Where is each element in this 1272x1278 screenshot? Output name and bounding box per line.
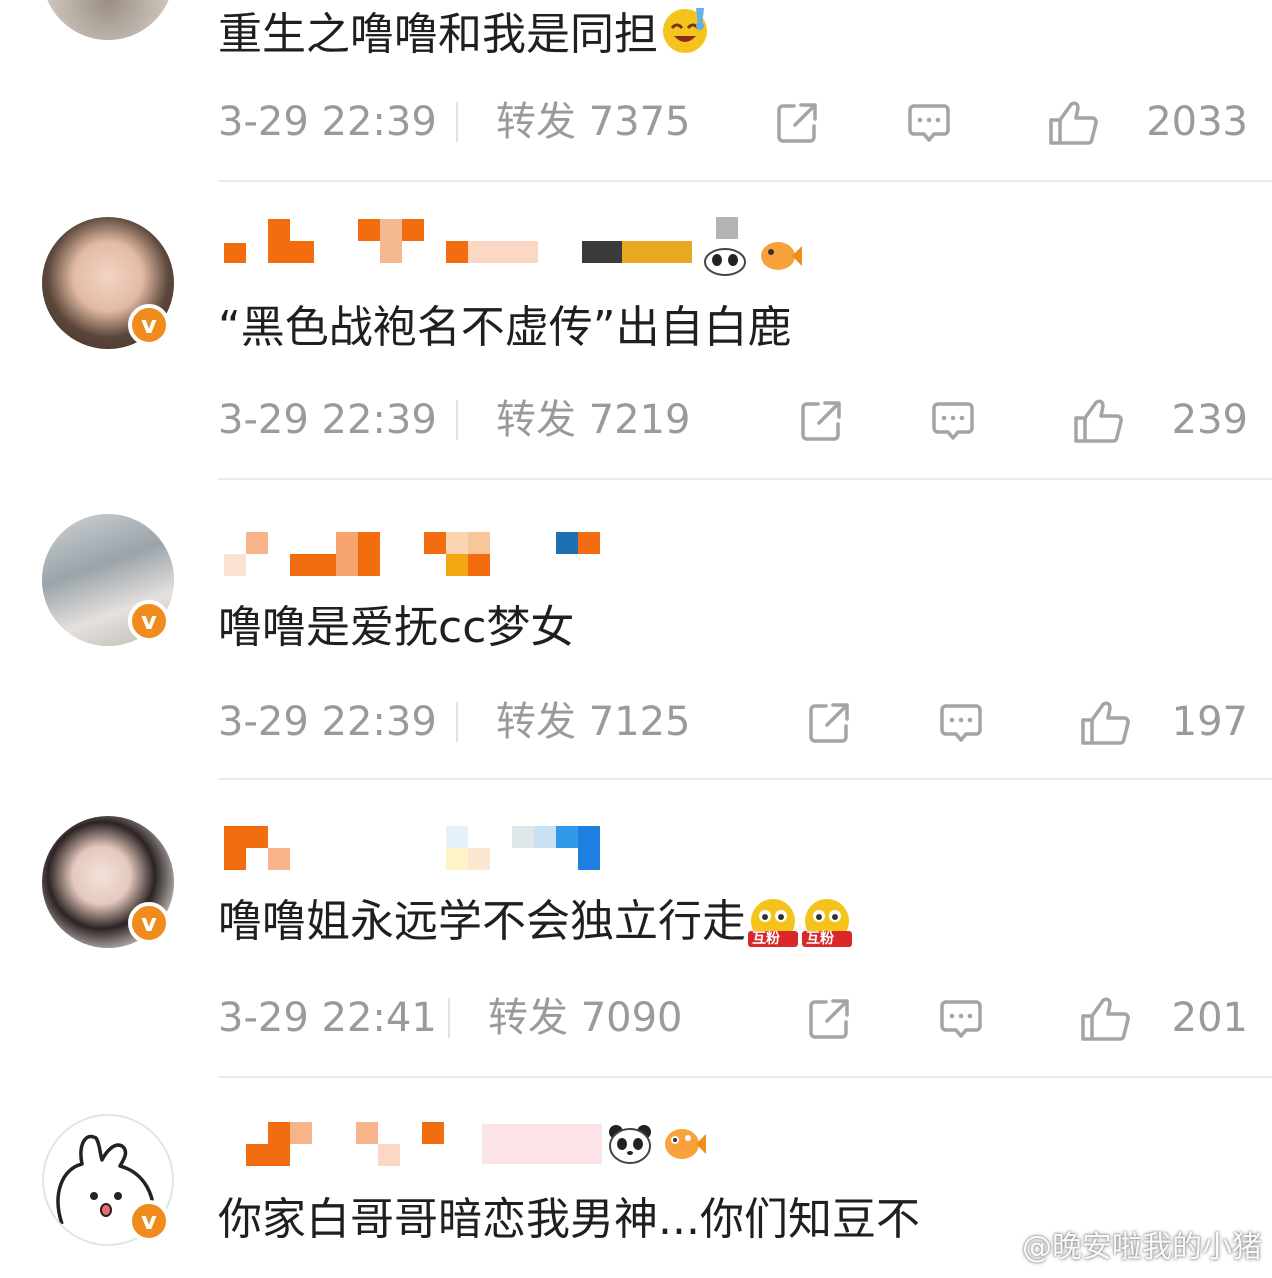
panda-icon	[606, 1122, 654, 1170]
share-icon[interactable]	[806, 996, 852, 1042]
verified-badge: v	[128, 1200, 170, 1242]
thumbs-up-icon[interactable]	[1080, 700, 1132, 746]
username-pixelated[interactable]	[220, 532, 620, 582]
comment-text: 重生之噜噜和我是同担	[218, 2, 712, 72]
share-icon[interactable]	[774, 100, 820, 146]
comment-icon[interactable]	[938, 996, 984, 1042]
comment-item: v “黑色战袍名不虚传”出自白鹿 3-29 22:39 转发 7219 239	[0, 182, 1272, 480]
username-pixelated[interactable]	[220, 826, 620, 876]
repost-count[interactable]: 转发 7090	[488, 988, 683, 1048]
timestamp: 3-29 22:39	[218, 699, 437, 745]
repost-count[interactable]: 转发 7219	[496, 390, 691, 450]
repost-count[interactable]: 转发 7375	[496, 92, 691, 152]
like-count: 201	[1171, 995, 1248, 1041]
comment-meta: 3-29 22:41 转发 7090 201	[218, 988, 1248, 1048]
timestamp: 3-29 22:39	[218, 397, 437, 443]
verified-badge: v	[128, 902, 170, 944]
comment-icon[interactable]	[930, 398, 976, 444]
fan-badge-icon: 互粉	[800, 897, 854, 951]
separator	[456, 702, 458, 742]
like-count: 239	[1171, 397, 1248, 443]
like-count: 2033	[1146, 99, 1248, 145]
avatar[interactable]	[42, 0, 174, 40]
crying-laugh-emoji-icon	[658, 2, 712, 72]
repost-count[interactable]: 转发 7125	[496, 692, 691, 752]
thumbs-up-icon[interactable]	[1073, 398, 1125, 444]
timestamp: 3-29 22:39	[218, 99, 437, 145]
comment-meta: 3-29 22:39 转发 7219 239	[218, 390, 1248, 450]
comment-text: “黑色战袍名不虚传”出自白鹿	[218, 302, 792, 353]
comment-icon[interactable]	[938, 700, 984, 746]
fan-badge-label: 互粉	[806, 931, 834, 947]
comment-icon[interactable]	[906, 100, 952, 146]
comment-item: v 噜噜姐永远学不会独立行走 互粉 互粉 3-29 22:41 转发 7090	[0, 780, 1272, 1078]
separator	[456, 102, 458, 142]
fan-badge-icon: 互粉	[746, 897, 800, 951]
timestamp: 3-29 22:41	[218, 995, 437, 1041]
comment-text: 噜噜是爱抚cc梦女	[218, 602, 575, 653]
fish-icon	[662, 1122, 708, 1168]
comment-item: 重生之噜噜和我是同担 3-29 22:39 转发 7375 2033	[0, 0, 1272, 182]
watermark: @晚安啦我的小猪	[1022, 1230, 1262, 1265]
verified-badge: v	[128, 304, 170, 346]
comment-text: 噜噜姐永远学不会独立行走 互粉 互粉	[218, 892, 854, 952]
thumbs-up-icon[interactable]	[1048, 100, 1100, 146]
fish-icon	[758, 234, 804, 278]
verified-badge: v	[128, 600, 170, 642]
separator	[456, 400, 458, 440]
comment-meta: 3-29 22:39 转发 7125 197	[218, 692, 1248, 752]
share-icon[interactable]	[806, 700, 852, 746]
comment-meta: 3-29 22:39 转发 7375 2033	[218, 92, 1248, 152]
share-icon[interactable]	[798, 398, 844, 444]
thumbs-up-icon[interactable]	[1080, 996, 1132, 1042]
comment-text: 你家白哥哥暗恋我男神...你们知豆不	[218, 1194, 920, 1245]
panda-icon	[703, 242, 747, 280]
fan-badge-label: 互粉	[752, 931, 780, 947]
username-pixelated[interactable]	[220, 1122, 620, 1172]
separator	[448, 998, 450, 1038]
comment-item: v 噜噜是爱抚cc梦女 3-29 22:39 转发 7125 197	[0, 480, 1272, 780]
like-count: 197	[1171, 699, 1248, 745]
